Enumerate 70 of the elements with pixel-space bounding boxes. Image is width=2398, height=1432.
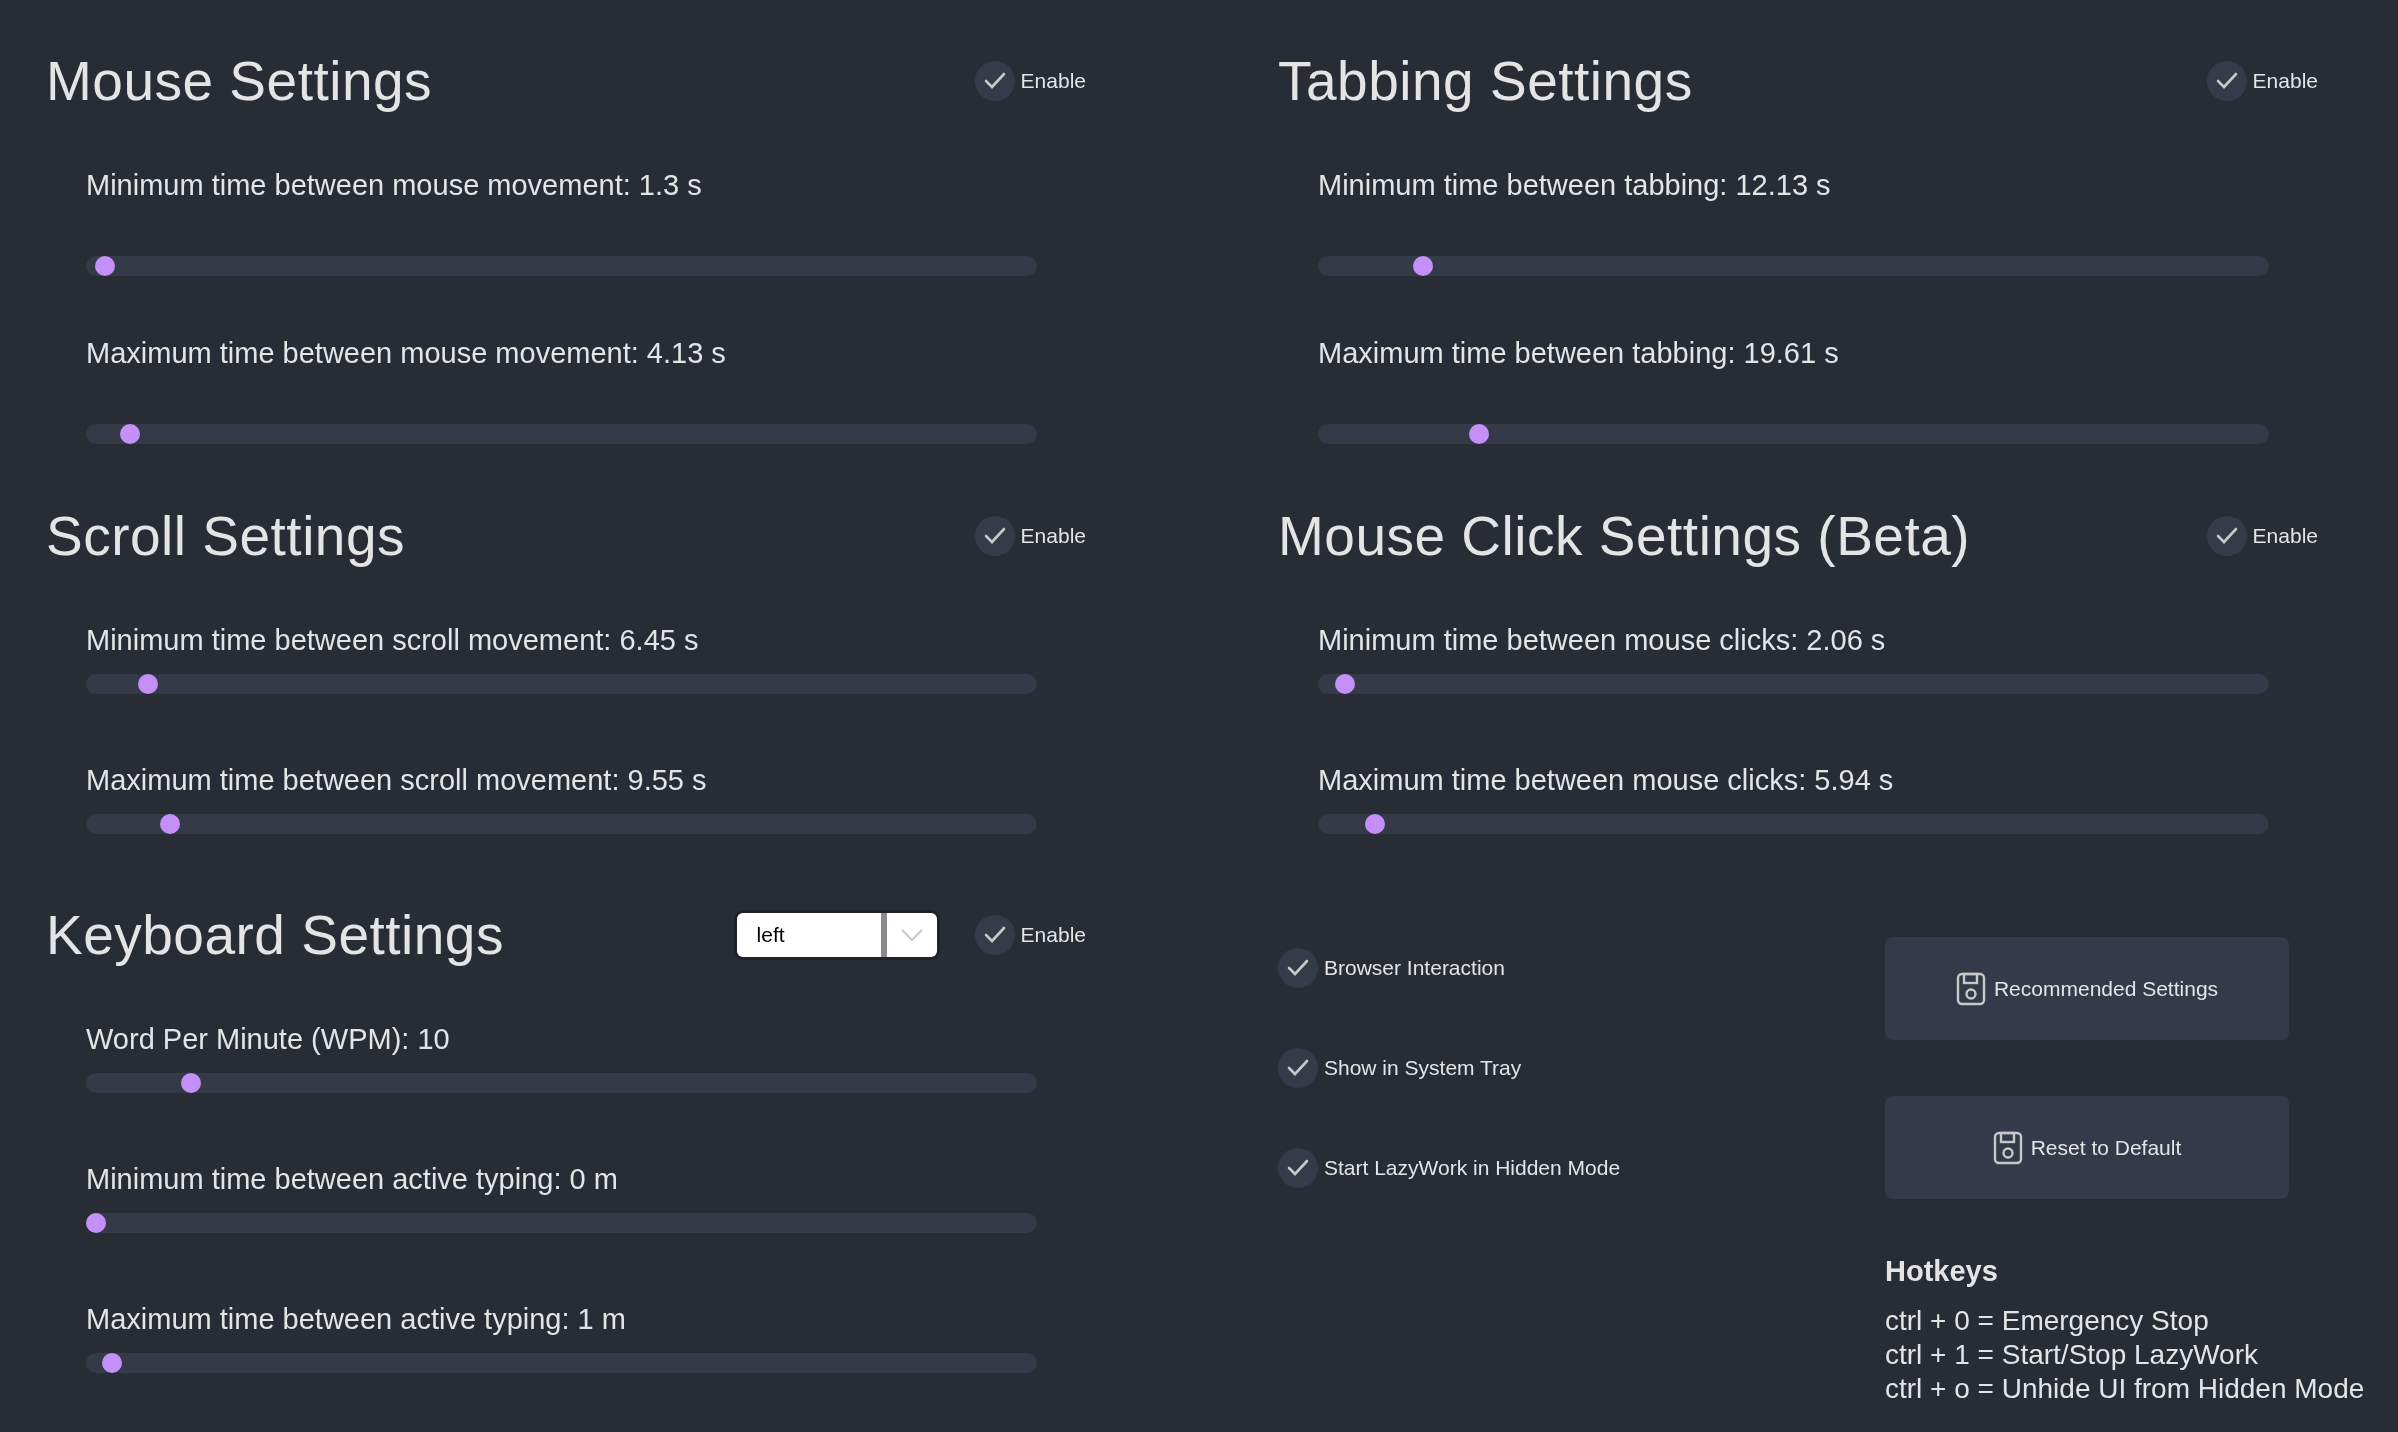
- slider-thumb[interactable]: [160, 814, 181, 834]
- slider-label: Word Per Minute (WPM): 10: [86, 1022, 451, 1057]
- slider-track[interactable]: [86, 674, 1037, 694]
- slider-label: Minimum time between scroll movement: 6.45 s: [86, 623, 700, 658]
- slider-thumb[interactable]: [101, 1353, 122, 1373]
- hotkeys-heading: Hotkeys: [1885, 1255, 1999, 1288]
- slider-thumb[interactable]: [1468, 424, 1489, 444]
- slider-label: Maximum time between scroll movement: 9.55 s: [86, 763, 708, 798]
- slider-track[interactable]: [1318, 814, 2269, 834]
- slider-thumb[interactable]: [1364, 814, 1385, 834]
- check-icon: [983, 926, 1006, 944]
- slider-label: Maximum time between tabbing: 19.61 s: [1318, 336, 1840, 371]
- enable-checkbox[interactable]: Enable: [2206, 61, 2318, 101]
- slider-label: Maximum time between active typing: 1 m: [86, 1302, 627, 1337]
- check-icon: [1287, 1159, 1309, 1177]
- hotkey-text: ctrl + o = Unhide UI from Hidden Mode: [1885, 1372, 2366, 1406]
- slider-thumb[interactable]: [180, 1073, 201, 1093]
- slider-thumb[interactable]: [95, 256, 116, 276]
- slider-label: Minimum time between tabbing: 12.13 s: [1318, 168, 1832, 203]
- slider-label: Maximum time between mouse clicks: 5.94 s: [1318, 763, 1895, 798]
- enable-checkbox[interactable]: Enable: [2206, 516, 2318, 556]
- enable-checkbox[interactable]: Enable: [974, 915, 1086, 955]
- checkbox[interactable]: [974, 61, 1015, 101]
- settings-button[interactable]: Reset to Default: [1885, 1096, 2289, 1199]
- option-checkbox[interactable]: Browser Interaction: [1278, 948, 1505, 988]
- checkbox[interactable]: [974, 516, 1015, 556]
- slider-label: Maximum time between mouse movement: 4.13 s: [86, 336, 727, 371]
- check-icon: [2215, 527, 2238, 545]
- slider-track[interactable]: [86, 256, 1037, 276]
- section-title: Mouse Settings: [46, 49, 433, 113]
- option-checkbox[interactable]: Start LazyWork in Hidden Mode: [1278, 1148, 1621, 1188]
- slider-thumb[interactable]: [119, 424, 140, 444]
- slider-track[interactable]: [86, 1073, 1037, 1093]
- checkbox[interactable]: [1278, 1048, 1318, 1088]
- check-icon: [1287, 959, 1309, 977]
- slider-label: Minimum time between active typing: 0 m: [86, 1162, 619, 1197]
- section-title: Keyboard Settings: [46, 903, 504, 967]
- checkbox[interactable]: [2206, 516, 2247, 556]
- slider-track[interactable]: [86, 814, 1037, 834]
- hotkey-text: ctrl + 1 = Start/Stop LazyWork: [1885, 1338, 2259, 1372]
- slider-thumb[interactable]: [1412, 256, 1433, 276]
- section-title: Scroll Settings: [46, 504, 406, 568]
- option-checkbox[interactable]: Show in System Tray: [1278, 1048, 1522, 1088]
- enable-checkbox[interactable]: Enable: [974, 61, 1086, 101]
- settings-button[interactable]: Recommended Settings: [1885, 937, 2289, 1040]
- slider-track[interactable]: [86, 1353, 1037, 1373]
- chevron-down-icon: [900, 929, 923, 941]
- slider-label: Minimum time between mouse clicks: 2.06 s: [1318, 623, 1887, 658]
- checkbox[interactable]: [1278, 948, 1318, 988]
- slider-thumb[interactable]: [1334, 674, 1355, 694]
- section-title: Mouse Click Settings (Beta): [1278, 504, 1971, 568]
- slider-track[interactable]: [86, 1213, 1037, 1233]
- hotkey-text: ctrl + 0 = Emergency Stop: [1885, 1304, 2210, 1338]
- slider-label: Minimum time between mouse movement: 1.3 s: [86, 168, 703, 203]
- slider-track[interactable]: [1318, 424, 2269, 444]
- section-title: Tabbing Settings: [1278, 49, 1693, 113]
- checkbox[interactable]: [2206, 61, 2247, 101]
- slider-thumb[interactable]: [138, 674, 159, 694]
- check-icon: [2215, 72, 2238, 90]
- check-icon: [1287, 1059, 1309, 1077]
- checkbox[interactable]: [1278, 1148, 1318, 1188]
- slider-track[interactable]: [1318, 256, 2269, 276]
- checkbox[interactable]: [974, 915, 1015, 955]
- slider-track[interactable]: [1318, 674, 2269, 694]
- check-icon: [983, 72, 1006, 90]
- side-dropdown[interactable]: left: [736, 913, 937, 957]
- check-icon: [983, 527, 1006, 545]
- enable-checkbox[interactable]: Enable: [974, 516, 1086, 556]
- slider-thumb[interactable]: [86, 1213, 106, 1233]
- slider-track[interactable]: [86, 424, 1037, 444]
